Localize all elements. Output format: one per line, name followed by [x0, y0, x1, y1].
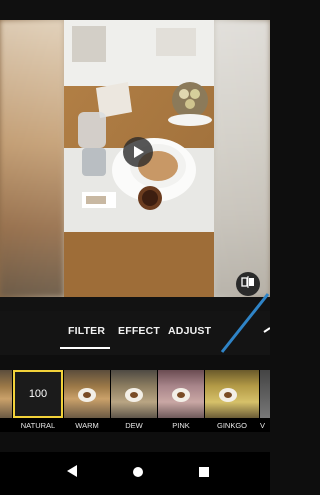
recents-icon[interactable]: [198, 465, 210, 483]
system-navigation-bar: [0, 452, 270, 495]
annotation-pointer: [220, 293, 270, 353]
filter-label-ginkgo: GINKGO: [216, 421, 247, 430]
blurred-left-background: [0, 20, 64, 297]
status-bar: [0, 0, 270, 20]
filter-label-natural: NATURAL: [20, 421, 56, 430]
play-button[interactable]: [123, 137, 153, 167]
filter-label-v: V: [260, 421, 266, 430]
tab-filter[interactable]: FILTER: [68, 325, 105, 337]
filter-label-pink: PINK: [172, 421, 190, 430]
home-icon[interactable]: [132, 465, 144, 483]
tab-adjust[interactable]: ADJUST: [168, 325, 211, 337]
filter-thumb-partial[interactable]: [0, 370, 12, 418]
filter-thumb-warm[interactable]: [64, 370, 110, 418]
filter-thumb-ginkgo[interactable]: [205, 370, 259, 418]
filter-label-dew: DEW: [125, 421, 143, 430]
filter-label-warm: WARM: [75, 421, 99, 430]
compare-icon: [241, 275, 255, 293]
filter-thumb-dew[interactable]: [111, 370, 157, 418]
filter-strip: 100 NATURAL WARM DEW PINK GINKGO V: [0, 370, 270, 432]
tab-selected-indicator: [60, 347, 110, 349]
selected-filter-frame: [13, 370, 63, 418]
tab-effect[interactable]: EFFECT: [118, 325, 160, 337]
back-icon[interactable]: [66, 464, 78, 483]
blurred-right-background: [214, 20, 270, 297]
video-preview[interactable]: [0, 20, 270, 297]
filter-thumb-pink[interactable]: [158, 370, 204, 418]
play-icon: [131, 145, 145, 159]
filter-thumb-v[interactable]: [260, 370, 270, 418]
